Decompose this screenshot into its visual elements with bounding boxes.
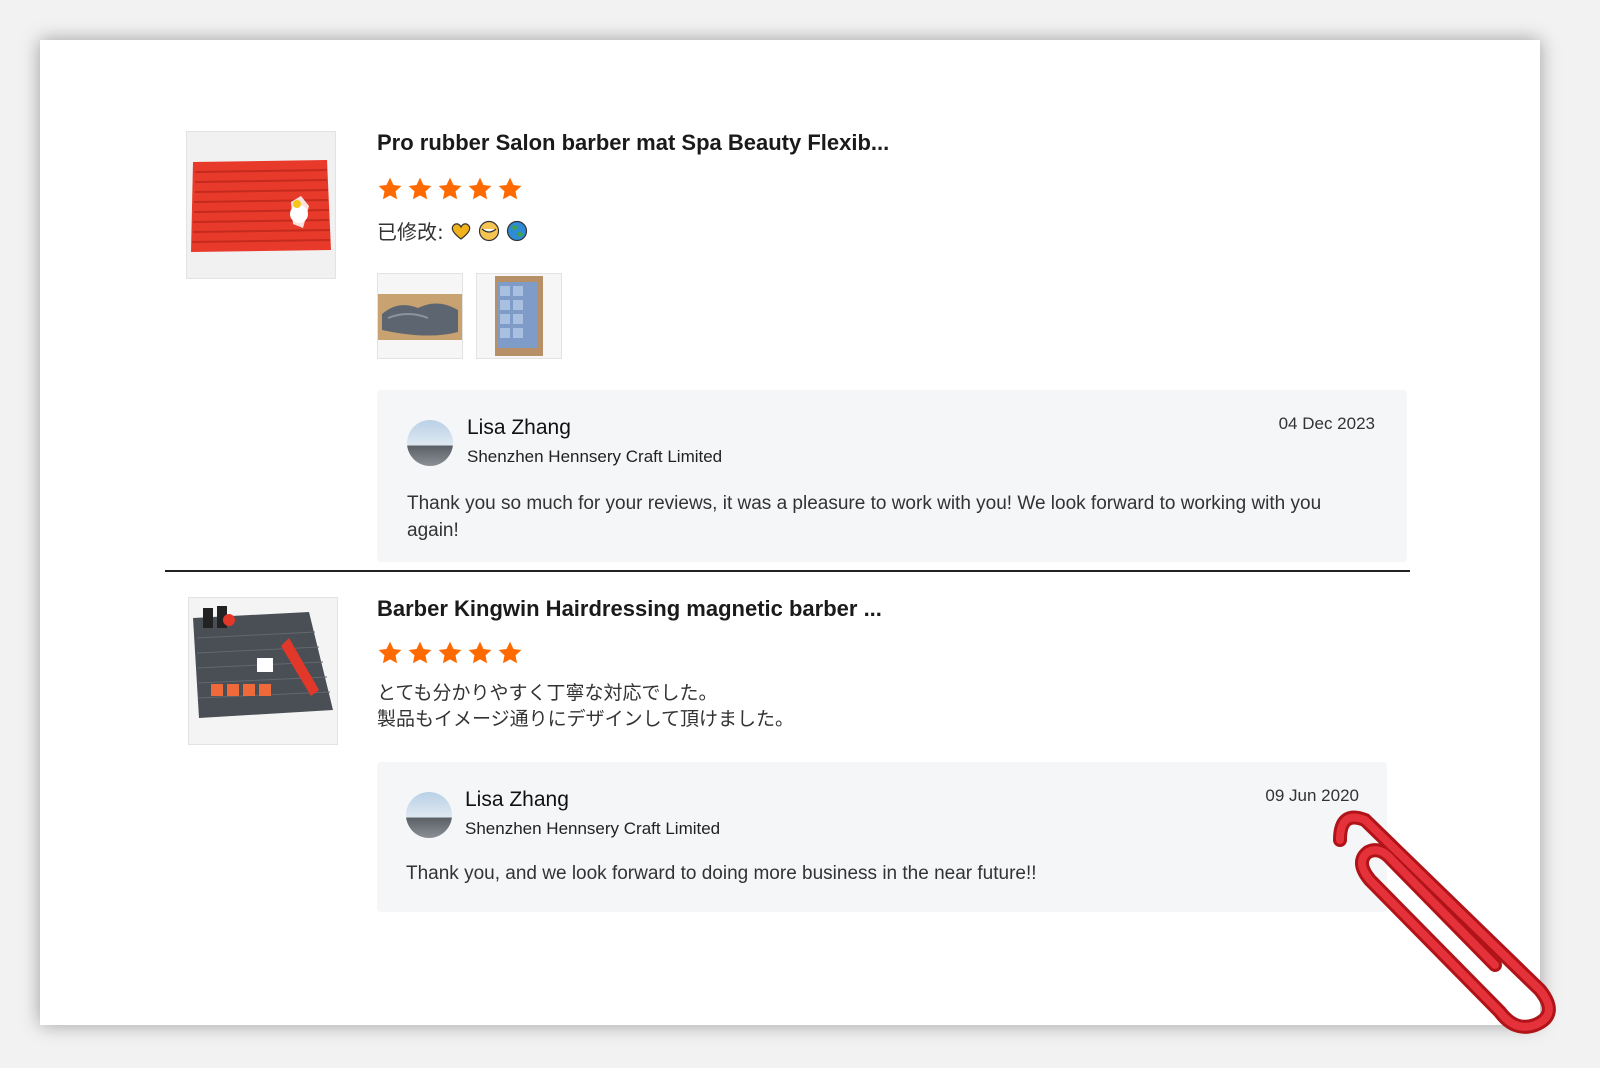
star-icon bbox=[437, 176, 463, 202]
review-comment-line: とても分かりやすく丁寧な対応でした。 bbox=[377, 682, 718, 704]
seller-reply: Lisa Zhang Shenzhen Hennsery Craft Limit… bbox=[377, 762, 1387, 912]
reply-company: Shenzhen Hennsery Craft Limited bbox=[467, 447, 723, 466]
star-rating bbox=[377, 176, 523, 202]
paperclip-icon bbox=[1310, 800, 1570, 1045]
reply-date: 04 Dec 2023 bbox=[1278, 414, 1375, 433]
star-icon bbox=[467, 176, 493, 202]
reply-author-name: Lisa Zhang bbox=[465, 788, 569, 811]
star-rating bbox=[377, 640, 523, 666]
product-thumbnail[interactable] bbox=[188, 597, 338, 745]
star-icon bbox=[467, 640, 493, 666]
modified-label: 已修改: bbox=[377, 220, 444, 244]
reply-company: Shenzhen Hennsery Craft Limited bbox=[465, 819, 721, 838]
reply-author-name: Lisa Zhang bbox=[467, 416, 571, 439]
avatar bbox=[407, 420, 453, 466]
avatar bbox=[406, 792, 452, 838]
star-icon bbox=[377, 640, 403, 666]
star-icon bbox=[377, 176, 403, 202]
heart-emoji-icon bbox=[450, 220, 472, 242]
reply-text: Thank you so much for your reviews, it w… bbox=[407, 493, 1322, 541]
review-photo[interactable] bbox=[377, 273, 463, 359]
seller-reply: Lisa Zhang Shenzhen Hennsery Craft Limit… bbox=[377, 390, 1407, 562]
review-divider bbox=[165, 570, 1410, 572]
smile-emoji-icon bbox=[478, 220, 500, 242]
review-comment-line: 製品もイメージ通りにデザインして頂けました。 bbox=[377, 708, 795, 730]
modified-line: 已修改: bbox=[377, 216, 528, 245]
star-icon bbox=[497, 640, 523, 666]
star-icon bbox=[407, 176, 433, 202]
product-title[interactable]: Pro rubber Salon barber mat Spa Beauty F… bbox=[377, 130, 889, 156]
star-icon bbox=[407, 640, 433, 666]
star-icon bbox=[497, 176, 523, 202]
product-title[interactable]: Barber Kingwin Hairdressing magnetic bar… bbox=[377, 596, 882, 622]
product-thumbnail[interactable] bbox=[186, 131, 336, 279]
star-icon bbox=[437, 640, 463, 666]
reply-text: Thank you, and we look forward to doing … bbox=[406, 863, 1037, 884]
globe-emoji-icon bbox=[506, 220, 528, 242]
review-photo[interactable] bbox=[476, 273, 562, 359]
